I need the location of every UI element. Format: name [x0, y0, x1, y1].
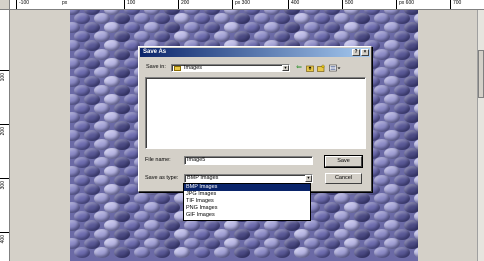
knit-stitch	[374, 247, 390, 258]
ruler-tick: 400	[288, 0, 299, 9]
type-option-tif[interactable]: TIF Images	[184, 198, 310, 205]
view-menu-icon[interactable]	[329, 64, 341, 72]
knit-stitch	[334, 247, 350, 258]
knit-stitch	[314, 247, 330, 258]
ruler-unit: px	[62, 0, 68, 6]
ruler-tick: 500	[342, 0, 353, 9]
knit-stitch	[74, 247, 90, 258]
ruler-tick: 200	[178, 0, 189, 9]
file-list[interactable]	[145, 77, 366, 149]
save-as-type-label: Save as type:	[145, 175, 179, 181]
back-arrow-icon[interactable]: ⇐	[295, 64, 303, 72]
knit-stitch	[274, 247, 290, 258]
save-as-type-dropdown[interactable]: BMP Images JPG Images TIF Images PNG Ima…	[183, 183, 311, 221]
knit-stitch	[414, 247, 418, 258]
new-folder-icon[interactable]	[317, 64, 326, 72]
knit-stitch	[134, 247, 150, 258]
ruler-tick: px 300	[232, 0, 250, 9]
ruler-tick: 300	[0, 178, 9, 189]
knit-stitch	[354, 247, 370, 258]
save-as-type-combo[interactable]: BMP Images ▼	[184, 174, 313, 183]
dialog-title: Save As	[143, 49, 167, 55]
knit-stitch	[394, 247, 410, 258]
knit-stitch	[114, 247, 130, 258]
knit-stitch	[234, 247, 250, 258]
save-button[interactable]: Save	[324, 155, 363, 168]
dialog-titlebar[interactable]: Save As ? ×	[140, 48, 370, 57]
knit-stitch	[154, 247, 170, 258]
knit-stitch	[254, 247, 270, 258]
ruler-tick: px 600	[396, 0, 414, 9]
ruler-tick: 100	[0, 70, 9, 81]
type-option-png[interactable]: PNG Images	[184, 205, 310, 212]
file-name-label: File name:	[145, 157, 171, 163]
chevron-down-icon[interactable]: ▼	[305, 175, 312, 182]
ruler-tick: 200	[0, 124, 9, 135]
type-option-jpg[interactable]: JPG Images	[184, 191, 310, 198]
knit-stitch	[174, 247, 190, 258]
ruler-tick: 100	[124, 0, 135, 9]
type-option-bmp[interactable]: BMP Images	[184, 184, 310, 191]
type-option-gif[interactable]: GIF Images	[184, 212, 310, 219]
chevron-down-icon[interactable]: ▼	[282, 65, 289, 71]
vertical-scrollbar[interactable]	[477, 10, 484, 261]
cancel-button[interactable]: Cancel	[325, 173, 362, 184]
up-folder-icon[interactable]	[306, 64, 314, 72]
knit-stitch	[94, 247, 110, 258]
knit-stitch	[294, 247, 310, 258]
ruler-tick: 400	[0, 232, 9, 243]
close-button[interactable]: ×	[361, 49, 369, 56]
help-button[interactable]: ?	[352, 49, 360, 56]
horizontal-ruler: -100 px 100 200 px 300 400 500 px 600 70…	[0, 0, 484, 10]
file-name-input[interactable]: Image5	[184, 156, 313, 165]
scroll-thumb[interactable]	[478, 50, 484, 98]
knit-stitch	[194, 247, 210, 258]
knit-stitch	[214, 247, 230, 258]
vertical-ruler: 100 200 300 400	[0, 10, 10, 261]
save-in-label: Save in:	[146, 64, 166, 70]
save-in-value: Images	[184, 65, 203, 71]
ruler-tick: -100	[16, 0, 29, 9]
ruler-corner	[0, 0, 10, 10]
save-as-type-value: BMP Images	[187, 175, 219, 181]
ruler-tick: 700	[450, 0, 461, 9]
save-as-dialog: Save As ? × Save in: Images ▼ ⇐ File nam…	[138, 46, 372, 192]
save-in-combo[interactable]: Images ▼	[171, 64, 290, 72]
folder-icon	[174, 66, 181, 71]
